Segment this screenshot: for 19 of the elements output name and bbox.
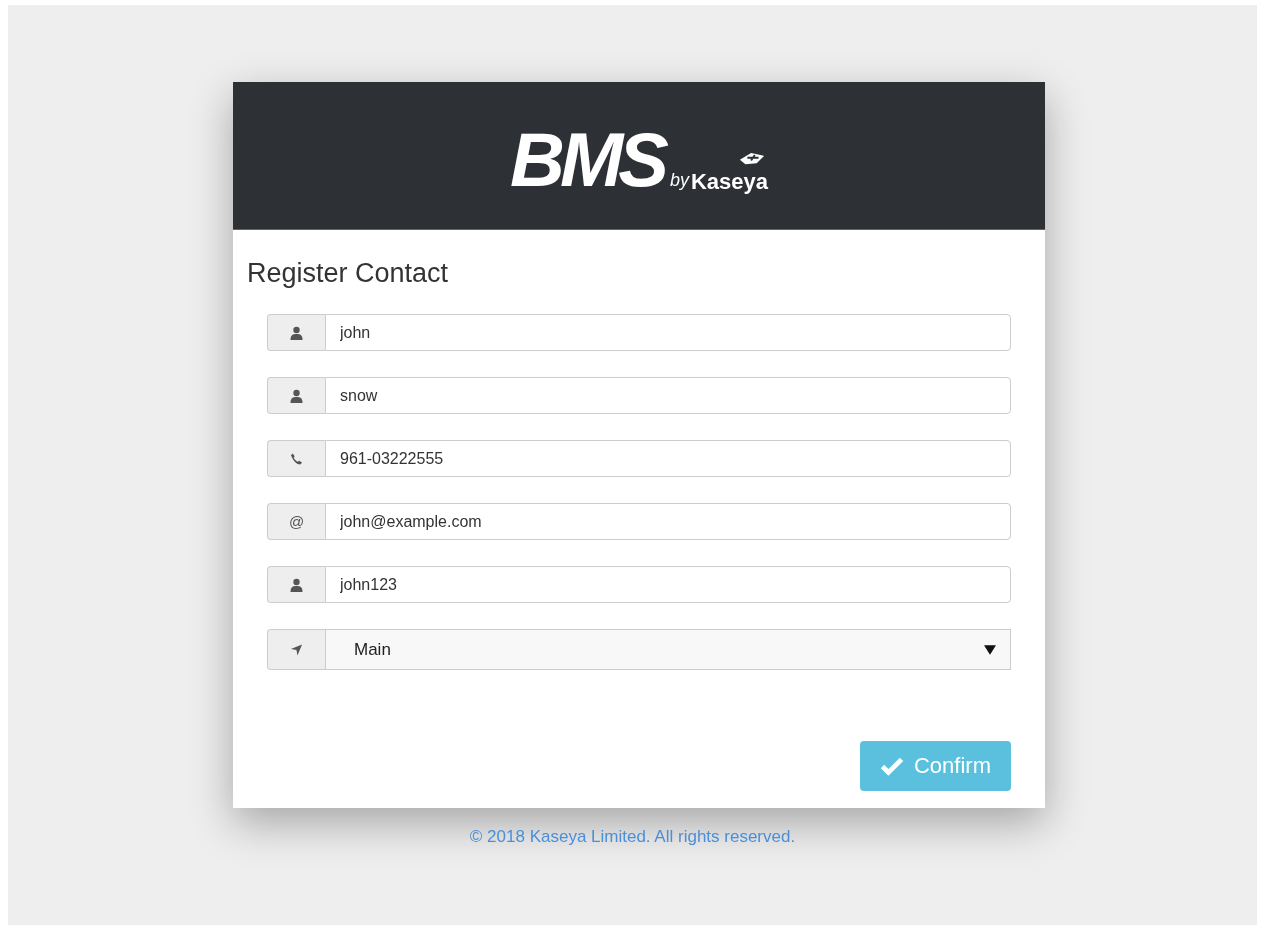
check-icon — [880, 756, 904, 776]
logo-by: by — [669, 169, 689, 191]
copyright-text: © 2018 Kaseya Limited. All rights reserved. — [469, 827, 796, 847]
person-icon — [290, 577, 303, 592]
logo-title: BMS — [510, 126, 664, 195]
location-arrow-icon — [290, 642, 303, 657]
person-icon — [290, 388, 303, 403]
logo-brand: Kaseya — [690, 170, 768, 193]
input-field[interactable]: 961-03222555 — [325, 440, 1011, 477]
input-field[interactable]: john123 — [325, 566, 1011, 603]
phone-icon — [290, 451, 303, 466]
location-select[interactable]: Main — [325, 629, 1011, 670]
input-field[interactable]: snow — [325, 377, 1011, 414]
at-symbol: @ — [288, 513, 305, 530]
form-title: Register Contact — [247, 258, 450, 289]
caret-icon — [984, 644, 996, 655]
input-field[interactable]: john@example.com — [325, 503, 1011, 540]
person-icon — [290, 325, 303, 340]
input-field[interactable]: john — [325, 314, 1011, 351]
